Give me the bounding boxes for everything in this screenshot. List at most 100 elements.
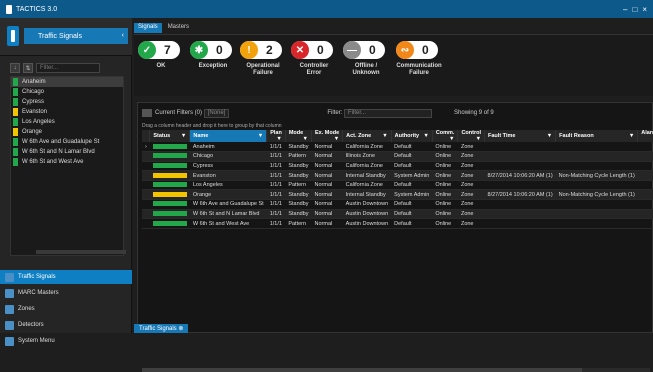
tab-masters[interactable]: Masters bbox=[164, 23, 193, 33]
filter-icon[interactable]: ▼ bbox=[547, 133, 552, 139]
table-cell: Default bbox=[391, 142, 433, 153]
close-tab-icon[interactable]: ⊗ bbox=[178, 325, 183, 332]
status-bar bbox=[152, 143, 187, 149]
status-tile[interactable]: ∾ 0 bbox=[396, 41, 438, 59]
table-cell: Online bbox=[432, 180, 458, 191]
table-row[interactable]: Los Angeles 1/1/1 Pattern Normal California … bbox=[142, 180, 653, 191]
current-filters-label: Current Filters (0) bbox=[155, 110, 203, 116]
table-row[interactable]: W 6th Ave and Guadalupe St 1/1/1 Standby No… bbox=[142, 199, 653, 210]
chevron-left-icon[interactable]: ‹ bbox=[122, 32, 124, 39]
nav-item-detectors[interactable]: Detectors bbox=[0, 318, 132, 332]
maximize-button[interactable]: □ bbox=[632, 5, 637, 14]
list-item[interactable]: Cypress bbox=[11, 97, 123, 107]
table-cell: Zone bbox=[457, 189, 485, 201]
column-header-ex-mode[interactable]: Ex. Mode ▼ bbox=[311, 130, 344, 142]
list-item[interactable]: W 6th St and N Lamar Blvd bbox=[11, 147, 123, 157]
table-cell bbox=[555, 218, 638, 229]
table-cell: Online bbox=[432, 142, 458, 153]
list-item[interactable]: Evanston bbox=[11, 107, 123, 117]
filter-icon[interactable]: ▼ bbox=[334, 136, 339, 142]
nav-item-zones[interactable]: Zones bbox=[0, 302, 132, 316]
column-header-status[interactable]: Status ▼ bbox=[149, 130, 191, 142]
current-filters-value[interactable]: [None] bbox=[203, 108, 230, 118]
column-header-plan[interactable]: Plan ▼ bbox=[266, 130, 286, 142]
column-header-alarms[interactable]: Alarms ▼ bbox=[637, 130, 653, 142]
table-cell: W 6th St and N Lamar Blvd bbox=[189, 209, 267, 220]
tab-signals[interactable]: Signals bbox=[134, 23, 162, 33]
table-row[interactable]: › Anaheim 1/1/1 Standby Normal California Zon… bbox=[142, 142, 653, 153]
bottom-tab-traffic-signals[interactable]: Traffic Signals ⊗ bbox=[134, 324, 189, 333]
filter-icon[interactable]: ▼ bbox=[303, 136, 308, 142]
table-cell: Standby bbox=[285, 142, 312, 153]
status-tile[interactable]: ✱ 0 bbox=[190, 41, 232, 59]
filter-icon[interactable]: ▼ bbox=[258, 133, 263, 139]
group-button[interactable]: ⇅ bbox=[23, 63, 33, 73]
left-panel: Traffic Signals ‹ ↓ ⇅ Filter... Anaheim C… bbox=[0, 18, 132, 346]
status-bar bbox=[152, 211, 187, 216]
table-row[interactable]: Evanston 1/1/1 Standby Normal Internal Stand… bbox=[142, 170, 653, 181]
status-cell bbox=[149, 161, 190, 172]
table-row[interactable]: Cypress 1/1/1 Standby Normal California Zone… bbox=[142, 161, 653, 172]
table-cell: Orange bbox=[189, 189, 267, 201]
left-scrollbar[interactable] bbox=[36, 250, 126, 254]
status-tile[interactable]: ✓ 7 bbox=[138, 41, 180, 59]
nav-item-marc-masters[interactable]: MARC Masters bbox=[0, 286, 132, 300]
bottom-tab-label: Traffic Signals bbox=[139, 325, 177, 332]
column-header-mode[interactable]: Mode ▼ bbox=[285, 130, 313, 142]
list-item[interactable]: W 6th Ave and Guadalupe St bbox=[11, 137, 123, 147]
list-item[interactable]: Chicago bbox=[11, 87, 123, 97]
column-header-name[interactable]: Name ▼ bbox=[189, 130, 268, 142]
table-cell: Zone bbox=[457, 151, 485, 162]
filter-icon[interactable] bbox=[142, 109, 152, 117]
filter-icon[interactable]: ▼ bbox=[629, 133, 634, 139]
filter-icon[interactable]: ▼ bbox=[181, 133, 186, 139]
table-cell bbox=[555, 142, 638, 153]
status-swatch bbox=[13, 118, 18, 126]
list-item[interactable]: W 6th St and West Ave bbox=[11, 157, 123, 167]
left-filter-input[interactable]: Filter... bbox=[36, 63, 100, 73]
status-cell bbox=[149, 142, 190, 153]
nav-menu: Traffic Signals MARC Masters Zones Detector… bbox=[0, 270, 132, 350]
grid-horizontal-scrollbar[interactable] bbox=[142, 368, 650, 372]
table-cell: Pattern bbox=[285, 218, 312, 229]
status-tile[interactable]: —0 bbox=[343, 41, 385, 59]
table-cell: System Admin bbox=[391, 189, 433, 201]
table-cell: Zone bbox=[457, 180, 485, 191]
table-cell: 1/1/1 bbox=[266, 189, 286, 201]
status-count: 0 bbox=[216, 43, 223, 57]
column-header-fault-time[interactable]: Fault Time ▼ bbox=[484, 130, 557, 142]
close-button[interactable]: × bbox=[642, 5, 647, 14]
column-header-control[interactable]: Control ▼ bbox=[457, 130, 486, 142]
row-indicator bbox=[142, 199, 150, 210]
table-cell bbox=[484, 161, 556, 172]
filter-icon[interactable]: ▼ bbox=[382, 133, 387, 139]
table-cell: Online bbox=[432, 189, 458, 201]
minimize-button[interactable]: – bbox=[623, 5, 627, 14]
filter-icon[interactable]: ▼ bbox=[276, 136, 281, 142]
filter-icon[interactable]: ▼ bbox=[476, 136, 481, 142]
column-header-fault-reason[interactable]: Fault Reason ▼ bbox=[555, 130, 639, 142]
filter-icon[interactable]: ▼ bbox=[423, 133, 428, 139]
table-cell: Austin Downtown bbox=[342, 199, 392, 210]
table-row[interactable]: Orange 1/1/1 Standby Normal Internal Standby… bbox=[142, 189, 653, 201]
column-header-act-zone[interactable]: Act. Zone ▼ bbox=[342, 130, 392, 142]
table-cell: Standby bbox=[285, 209, 312, 220]
list-item[interactable]: Anaheim bbox=[11, 77, 123, 87]
list-item[interactable]: Orange bbox=[11, 127, 123, 137]
traffic-signals-selector[interactable]: Traffic Signals ‹ bbox=[24, 28, 128, 44]
nav-item-traffic-signals[interactable]: Traffic Signals bbox=[0, 270, 132, 284]
column-header-comm[interactable]: Comm. ▼ bbox=[432, 130, 459, 142]
table-row[interactable]: W 6th St and N Lamar Blvd 1/1/1 Standby Nor… bbox=[142, 209, 653, 220]
table-row[interactable]: W 6th St and West Ave 1/1/1 Pattern Normal A… bbox=[142, 218, 653, 229]
filter-icon[interactable]: ▼ bbox=[449, 136, 454, 142]
status-tile[interactable]: ✕ 0 bbox=[291, 41, 333, 59]
column-header-authority[interactable]: Authority ▼ bbox=[391, 130, 433, 142]
table-row[interactable]: Chicago 1/1/1 Pattern Normal Illinois Zone De… bbox=[142, 151, 653, 162]
status-cell bbox=[149, 180, 190, 191]
sort-button[interactable]: ↓ bbox=[10, 63, 20, 73]
nav-item-system-menu[interactable]: System Menu bbox=[0, 334, 132, 348]
grid-filter-input[interactable]: Filter... bbox=[344, 108, 433, 118]
list-item[interactable]: Los Angeles bbox=[11, 117, 123, 127]
table-cell: Evanston bbox=[189, 170, 267, 181]
status-tile[interactable]: ! 2 bbox=[240, 41, 282, 59]
